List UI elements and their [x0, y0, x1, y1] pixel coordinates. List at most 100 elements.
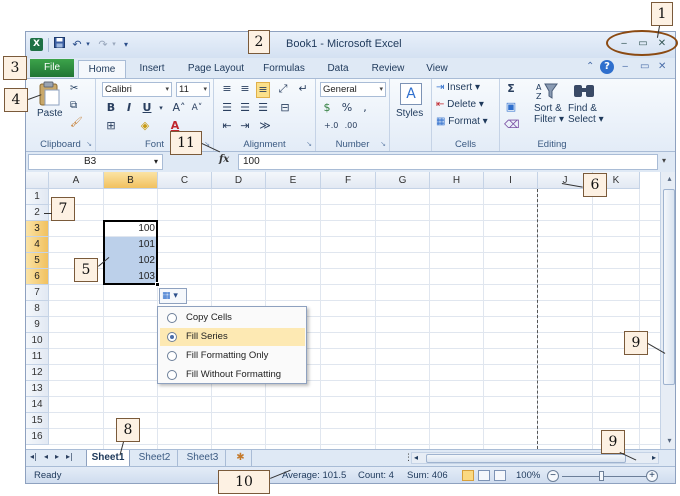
scroll-down-icon[interactable]: ▾ — [661, 436, 675, 445]
scroll-right-icon[interactable]: ▸ — [652, 453, 656, 463]
align-middle-icon[interactable]: ≡ — [238, 82, 252, 96]
tab-data[interactable]: Data — [320, 60, 356, 78]
row-header-5[interactable]: 5 — [26, 253, 49, 269]
number-format-select[interactable]: General ▾ — [320, 82, 386, 97]
tab-review[interactable]: Review — [366, 60, 410, 78]
sheet-tab-sheet3[interactable]: Sheet3 — [180, 450, 226, 466]
undo-button[interactable]: ↶ — [70, 37, 84, 52]
horizontal-scroll-thumb[interactable] — [426, 454, 626, 463]
tab-view[interactable]: View — [420, 60, 454, 78]
shrink-font-icon[interactable]: A˅ — [190, 101, 204, 115]
column-header-c[interactable]: C — [158, 172, 212, 189]
fill-handle[interactable] — [155, 282, 160, 287]
delete-cells-button[interactable]: ⇤ Delete ▾ — [436, 98, 484, 112]
increase-indent-icon[interactable]: ⇥ — [238, 119, 252, 133]
row-header-3[interactable]: 3 — [26, 221, 49, 237]
merge-center-icon[interactable]: ⊟ — [278, 101, 292, 115]
row-header-1[interactable]: 1 — [26, 189, 49, 205]
format-painter-icon[interactable]: 🖌 — [70, 116, 83, 130]
redo-dropdown-icon[interactable]: ▾ — [110, 37, 118, 52]
normal-view-icon[interactable] — [462, 470, 474, 481]
borders-icon[interactable]: ⊞ — [104, 119, 118, 133]
row-header-11[interactable]: 11 — [26, 349, 49, 365]
last-sheet-icon[interactable]: ▸| — [66, 452, 73, 461]
tab-insert[interactable]: Insert — [130, 60, 174, 78]
bold-button[interactable]: B — [104, 101, 118, 115]
align-bottom-icon[interactable]: ≡ — [256, 82, 270, 98]
underline-dropdown-icon[interactable]: ▾ — [154, 101, 168, 115]
page-layout-view-icon[interactable] — [478, 470, 490, 481]
italic-button[interactable]: I — [122, 101, 136, 115]
decrease-indent-icon[interactable]: ⇤ — [220, 119, 234, 133]
page-break-view-icon[interactable] — [494, 470, 506, 481]
number-launcher-icon[interactable]: ↘ — [380, 140, 386, 148]
increase-decimal-icon[interactable]: +.0 — [324, 119, 338, 133]
find-select-button[interactable]: Find & Select ▾ — [568, 103, 604, 125]
fill-icon[interactable]: ▣ — [504, 100, 518, 114]
vertical-scroll-thumb[interactable] — [663, 189, 675, 385]
zoom-slider-knob[interactable] — [599, 471, 604, 481]
cut-icon[interactable]: ✂ — [70, 82, 78, 96]
align-left-icon[interactable]: ☰ — [220, 101, 234, 115]
column-header-a[interactable]: A — [49, 172, 104, 189]
auto-fill-options-button[interactable]: ▦ ▾ — [159, 288, 187, 304]
sheet-tab-sheet2[interactable]: Sheet2 — [132, 450, 178, 466]
row-header-4[interactable]: 4 — [26, 237, 49, 253]
prev-sheet-icon[interactable]: ◂ — [44, 452, 48, 461]
column-header-h[interactable]: H — [430, 172, 484, 189]
column-header-f[interactable]: F — [321, 172, 376, 189]
styles-label[interactable]: Styles — [396, 107, 423, 121]
column-header-b[interactable]: B — [104, 172, 158, 189]
insert-function-button[interactable]: fx — [219, 154, 229, 165]
decrease-decimal-icon[interactable]: .00 — [344, 119, 358, 133]
save-icon[interactable] — [52, 37, 66, 52]
zoom-in-icon[interactable]: + — [646, 470, 658, 482]
scroll-up-icon[interactable]: ▴ — [661, 174, 675, 183]
next-sheet-icon[interactable]: ▸ — [55, 452, 59, 461]
tab-formulas[interactable]: Formulas — [258, 60, 310, 78]
insert-cells-button[interactable]: ⇥ Insert ▾ — [436, 81, 480, 95]
row-header-16[interactable]: 16 — [26, 429, 49, 445]
column-header-d[interactable]: D — [212, 172, 266, 189]
row-header-13[interactable]: 13 — [26, 381, 49, 397]
insert-sheet-icon[interactable]: ✱ — [230, 450, 252, 466]
comma-style-button[interactable]: , — [358, 101, 372, 115]
zoom-out-icon[interactable]: − — [547, 470, 559, 482]
vertical-scrollbar[interactable]: ▴ ▾ — [660, 172, 675, 449]
align-top-icon[interactable]: ≡ — [220, 82, 234, 96]
grow-font-icon[interactable]: A˄ — [172, 101, 186, 115]
row-header-9[interactable]: 9 — [26, 317, 49, 333]
scroll-left-icon[interactable]: ◂ — [414, 453, 418, 463]
font-name-select[interactable]: Calibri ▾ — [102, 82, 172, 97]
menu-item-fill-series[interactable]: Fill Series — [160, 328, 305, 346]
sort-filter-button[interactable]: Sort & Filter ▾ — [534, 103, 564, 125]
workbook-minimize-icon[interactable]: ‒ — [622, 61, 628, 72]
align-right-icon[interactable]: ☰ — [256, 101, 270, 115]
select-all-corner[interactable] — [26, 172, 49, 189]
column-header-i[interactable]: I — [484, 172, 538, 189]
copy-icon[interactable]: ⧉ — [70, 99, 77, 113]
file-tab[interactable]: File — [30, 59, 74, 77]
alignment-launcher-icon[interactable]: ↘ — [306, 140, 312, 148]
sort-filter-icon[interactable]: AZ — [536, 81, 558, 101]
menu-item-fill-without-formatting[interactable]: Fill Without Formatting — [160, 366, 305, 384]
font-size-select[interactable]: 11 ▾ — [176, 82, 210, 97]
find-select-icon[interactable] — [572, 81, 596, 101]
row-header-8[interactable]: 8 — [26, 301, 49, 317]
text-direction-icon[interactable]: ≫ — [258, 119, 272, 133]
workbook-close-icon[interactable]: ✕ — [658, 61, 666, 72]
menu-item-fill-formatting-only[interactable]: Fill Formatting Only — [160, 347, 305, 365]
format-cells-button[interactable]: ▦ Format ▾ — [436, 115, 488, 129]
fill-color-icon[interactable]: ◈ — [138, 119, 152, 133]
expand-formula-bar-icon[interactable]: ▾ — [662, 156, 666, 165]
zoom-slider-track[interactable] — [562, 476, 652, 477]
tab-page-layout[interactable]: Page Layout — [184, 60, 248, 78]
minimize-ribbon-icon[interactable]: ⌃ — [586, 61, 594, 72]
first-sheet-icon[interactable]: ◂| — [30, 452, 37, 461]
sheet-tab-sheet1[interactable]: Sheet1 — [86, 450, 130, 466]
clear-icon[interactable]: ⌫ — [504, 118, 520, 132]
styles-icon[interactable]: A — [400, 83, 422, 105]
zoom-level[interactable]: 100% — [516, 470, 540, 482]
menu-item-copy-cells[interactable]: Copy Cells — [160, 309, 305, 327]
redo-button[interactable]: ↷ — [96, 37, 110, 52]
